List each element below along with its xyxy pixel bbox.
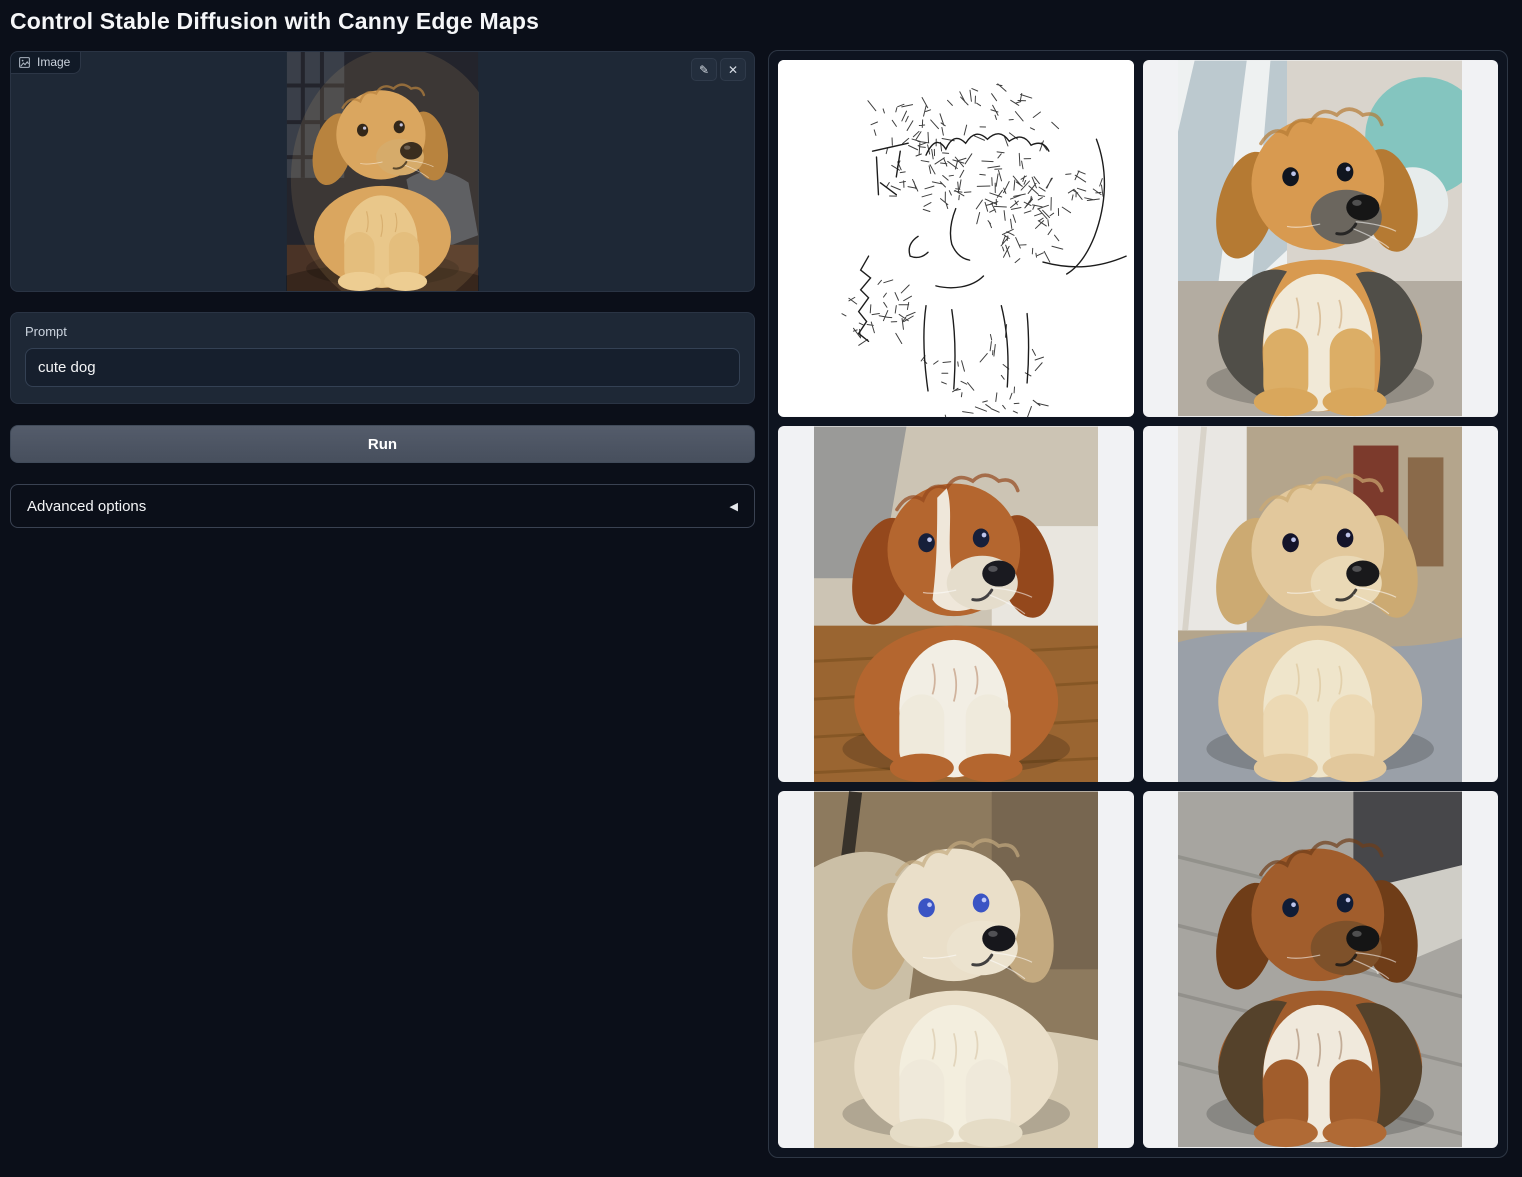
gallery-item-canny-edge-map[interactable] — [778, 60, 1134, 417]
edit-image-button[interactable]: ✎ — [691, 58, 717, 81]
close-icon: ✕ — [728, 64, 738, 76]
generated-image — [1178, 426, 1462, 783]
generated-image — [814, 791, 1098, 1148]
prompt-label: Prompt — [25, 324, 740, 339]
image-input[interactable]: Image ✎ ✕ — [10, 51, 755, 292]
image-input-label: Image — [37, 55, 70, 69]
prompt-input[interactable] — [25, 348, 740, 387]
advanced-options-label: Advanced options — [27, 498, 146, 515]
triangle-left-icon: ◀ — [730, 500, 738, 513]
gallery-item-generated-dog-3[interactable] — [1143, 426, 1499, 783]
input-image-preview — [286, 52, 479, 291]
generated-image — [814, 426, 1098, 783]
page-title: Control Stable Diffusion with Canny Edge… — [10, 8, 1508, 35]
app: Control Stable Diffusion with Canny Edge… — [0, 0, 1522, 1172]
generated-image — [1178, 791, 1462, 1148]
generated-image — [1178, 60, 1462, 417]
edge-map-image — [778, 60, 1134, 417]
pencil-icon: ✎ — [699, 64, 709, 76]
main-row: Image ✎ ✕ Prompt Run Advanced options ◀ — [10, 51, 1508, 1158]
image-actions: ✎ ✕ — [691, 58, 746, 81]
clear-image-button[interactable]: ✕ — [720, 58, 746, 81]
gallery-item-generated-dog-4[interactable] — [778, 791, 1134, 1148]
gallery-item-generated-dog-5[interactable] — [1143, 791, 1499, 1148]
run-button[interactable]: Run — [10, 425, 755, 463]
controls-column: Image ✎ ✕ Prompt Run Advanced options ◀ — [10, 51, 755, 528]
gallery-item-generated-dog-2[interactable] — [778, 426, 1134, 783]
result-gallery — [768, 50, 1508, 1158]
image-input-label-chip: Image — [11, 52, 81, 74]
gallery-item-generated-dog-1[interactable] — [1143, 60, 1499, 417]
image-icon — [18, 56, 31, 69]
prompt-block: Prompt — [10, 312, 755, 404]
advanced-options-accordion[interactable]: Advanced options ◀ — [10, 484, 755, 528]
